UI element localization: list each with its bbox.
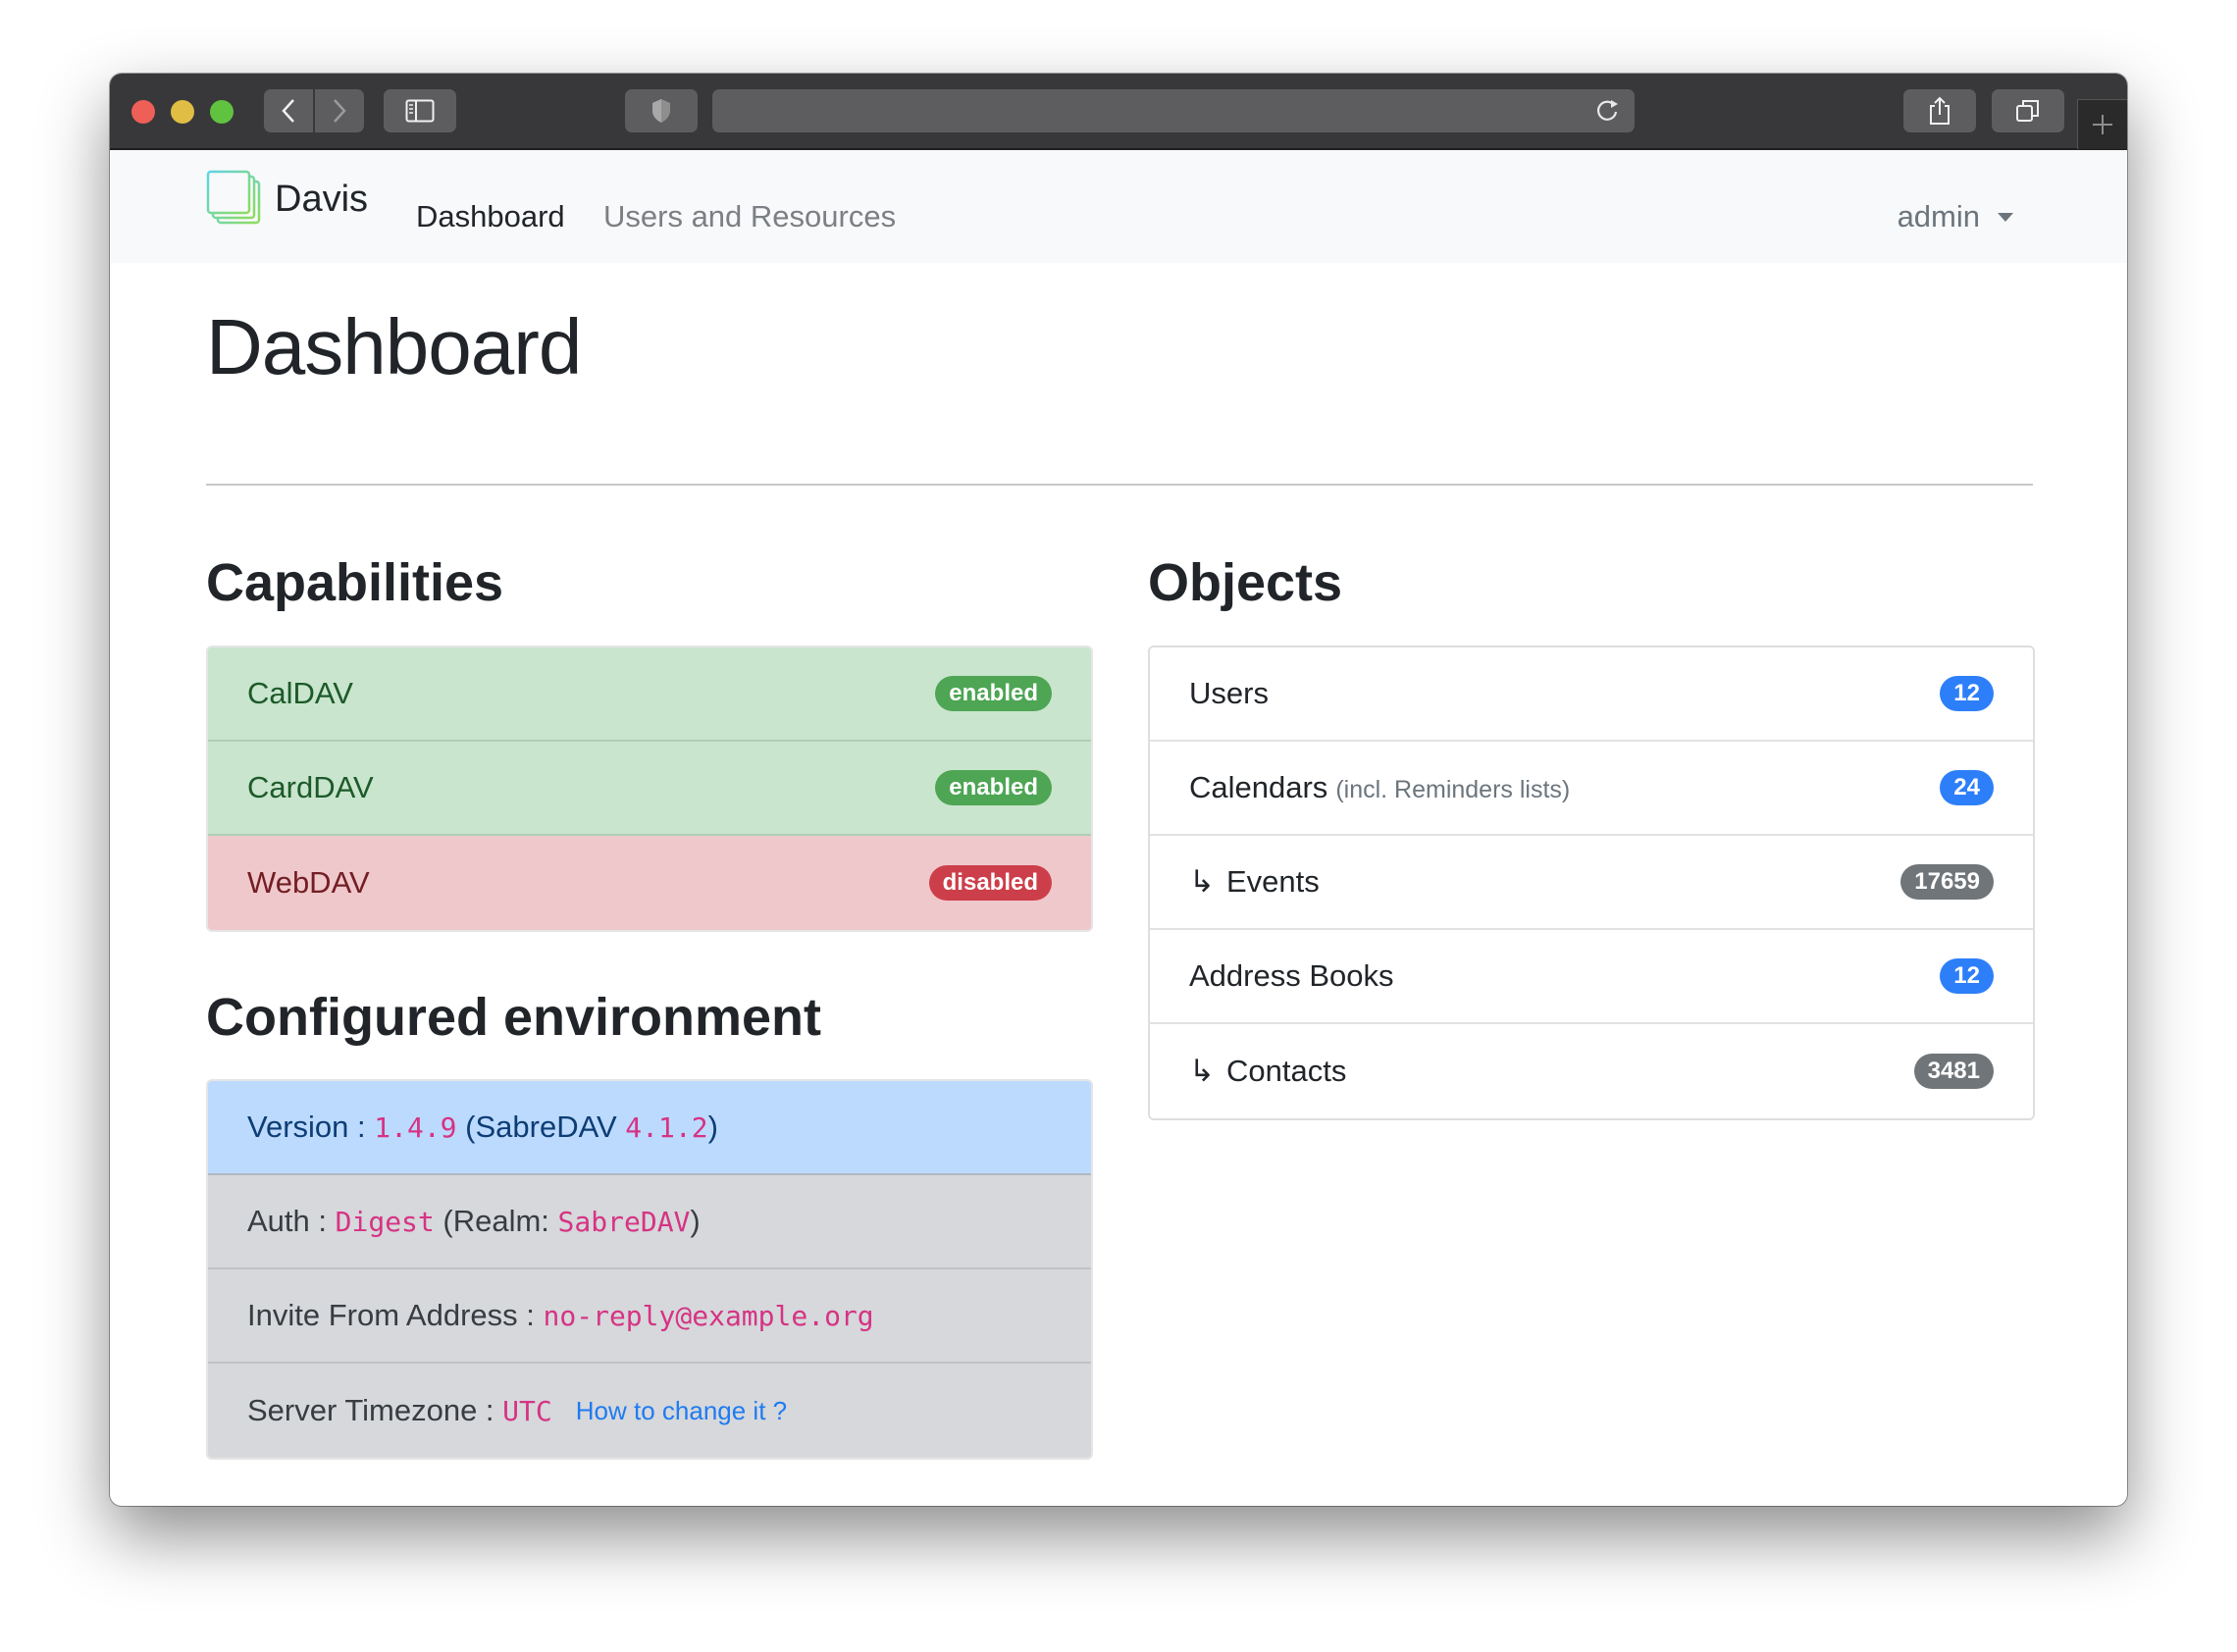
environment-heading: Configured environment bbox=[206, 988, 822, 1047]
objects-heading: Objects bbox=[1148, 553, 1343, 612]
browser-toolbar bbox=[110, 74, 2127, 150]
status-badge: disabled bbox=[928, 865, 1052, 901]
invite-value: no-reply@example.org bbox=[543, 1299, 874, 1332]
version-label: Version : bbox=[247, 1110, 366, 1144]
realm-value: SabreDAV bbox=[557, 1205, 691, 1238]
brand-name: Davis bbox=[275, 178, 369, 220]
capability-name: CalDAV bbox=[247, 676, 353, 710]
app-navbar: Davis Dashboard Users and Resources admi… bbox=[110, 150, 2127, 263]
how-to-change-timezone-link[interactable]: How to change it ? bbox=[576, 1396, 787, 1426]
count-badge: 12 bbox=[1940, 958, 1994, 994]
privacy-report-button[interactable] bbox=[625, 89, 698, 132]
page-title: Dashboard bbox=[206, 303, 582, 390]
new-tab-button[interactable] bbox=[2077, 99, 2127, 149]
auth-label: Auth : bbox=[247, 1204, 327, 1238]
caret-down-icon bbox=[1998, 212, 2013, 222]
capabilities-heading: Capabilities bbox=[206, 553, 504, 612]
sabredav-prefix: (SabreDAV bbox=[465, 1110, 617, 1144]
reload-icon[interactable] bbox=[1595, 98, 1621, 124]
object-label: Users bbox=[1189, 676, 1269, 710]
minimize-window-button[interactable] bbox=[171, 100, 194, 124]
capability-item-webdav: WebDAV disabled bbox=[208, 836, 1091, 930]
child-arrow-icon: ↳ bbox=[1189, 864, 1215, 899]
timezone-label: Server Timezone : bbox=[247, 1393, 494, 1427]
objects-list: Users 12 Calendars (incl. Reminders lists… bbox=[1148, 645, 2035, 1120]
capability-name: WebDAV bbox=[247, 865, 370, 900]
version-value: 1.4.9 bbox=[374, 1110, 457, 1144]
count-badge: 17659 bbox=[1900, 864, 1994, 900]
env-item-invite-address: Invite From Address : no-reply@example.o… bbox=[208, 1269, 1091, 1364]
invite-label: Invite From Address : bbox=[247, 1298, 535, 1332]
user-menu-dropdown[interactable]: admin bbox=[1898, 199, 2013, 234]
capabilities-list: CalDAV enabled CardDAV enabled WebDAV di… bbox=[206, 645, 1093, 932]
object-label: Calendars bbox=[1189, 770, 1328, 804]
object-item-calendars: Calendars (incl. Reminders lists) 24 bbox=[1150, 742, 2033, 836]
nav-link-dashboard[interactable]: Dashboard bbox=[416, 199, 565, 234]
new-tab-icon bbox=[2093, 115, 2112, 134]
davis-logo-icon bbox=[206, 170, 261, 225]
tabs-overview-icon bbox=[2016, 100, 2039, 122]
environment-list: Version : 1.4.9 (SabreDAV 4.1.2) Auth : … bbox=[206, 1079, 1093, 1460]
child-arrow-icon: ↳ bbox=[1189, 1054, 1215, 1088]
auth-value: Digest bbox=[335, 1205, 435, 1238]
env-item-timezone: Server Timezone : UTC How to change it ? bbox=[208, 1364, 1091, 1458]
object-label: Address Books bbox=[1189, 958, 1394, 993]
capability-name: CardDAV bbox=[247, 770, 374, 804]
back-icon bbox=[282, 99, 294, 123]
status-badge: enabled bbox=[935, 770, 1052, 805]
object-item-users: Users 12 bbox=[1150, 647, 2033, 742]
shield-icon bbox=[652, 99, 670, 123]
sabredav-version: 4.1.2 bbox=[625, 1110, 708, 1144]
auth-suffix: ) bbox=[690, 1204, 701, 1238]
forward-button[interactable] bbox=[315, 89, 364, 132]
close-window-button[interactable] bbox=[131, 100, 155, 124]
back-button[interactable] bbox=[264, 89, 313, 132]
timezone-value: UTC bbox=[502, 1394, 552, 1427]
capability-item-caldav: CalDAV enabled bbox=[208, 647, 1091, 742]
title-divider bbox=[206, 484, 2033, 486]
browser-window: Davis Dashboard Users and Resources admi… bbox=[110, 74, 2127, 1506]
count-badge: 24 bbox=[1940, 770, 1994, 805]
env-item-auth: Auth : Digest (Realm: SabreDAV) bbox=[208, 1175, 1091, 1269]
object-item-address-books: Address Books 12 bbox=[1150, 930, 2033, 1024]
address-bar[interactable] bbox=[712, 89, 1635, 132]
count-badge: 12 bbox=[1940, 676, 1994, 711]
object-note: (incl. Reminders lists) bbox=[1335, 776, 1571, 803]
sidebar-toggle-button[interactable] bbox=[384, 89, 456, 132]
version-suffix: ) bbox=[707, 1110, 718, 1144]
status-badge: enabled bbox=[935, 676, 1052, 711]
object-label: Events bbox=[1225, 864, 1320, 899]
sidebar-icon bbox=[405, 99, 435, 123]
share-icon bbox=[1930, 96, 1950, 125]
brand-link[interactable]: Davis bbox=[206, 170, 368, 229]
object-label: Contacts bbox=[1225, 1054, 1347, 1088]
count-badge: 3481 bbox=[1913, 1054, 1994, 1089]
share-button[interactable] bbox=[1903, 89, 1976, 132]
forward-icon bbox=[334, 99, 346, 123]
object-item-contacts: ↳ Contacts 3481 bbox=[1150, 1024, 2033, 1118]
nav-link-users-and-resources[interactable]: Users and Resources bbox=[603, 199, 896, 234]
tab-overview-button[interactable] bbox=[1992, 89, 2064, 132]
maximize-window-button[interactable] bbox=[210, 100, 234, 124]
user-menu-label: admin bbox=[1897, 199, 1980, 233]
object-item-events: ↳ Events 17659 bbox=[1150, 836, 2033, 930]
realm-prefix: (Realm: bbox=[442, 1204, 549, 1238]
env-item-version: Version : 1.4.9 (SabreDAV 4.1.2) bbox=[208, 1081, 1091, 1175]
capability-item-carddav: CardDAV enabled bbox=[208, 742, 1091, 836]
